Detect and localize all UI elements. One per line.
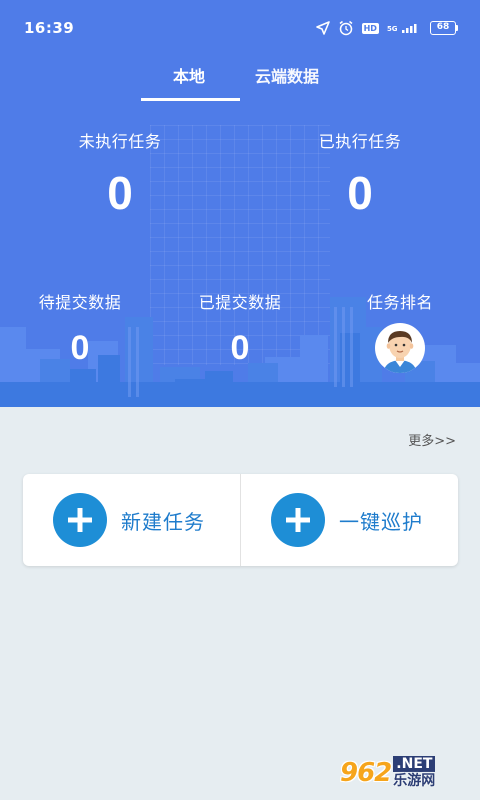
stat-label: 已提交数据 bbox=[198, 293, 282, 312]
stat-value: 0 bbox=[107, 167, 133, 219]
stat-value: 0 bbox=[347, 167, 373, 219]
plus-icon bbox=[271, 493, 325, 547]
stat-label: 未执行任务 bbox=[78, 132, 162, 151]
watermark-suffix: .NET bbox=[393, 756, 436, 772]
stat-pending-submit[interactable]: 待提交数据 0 bbox=[20, 289, 140, 368]
status-bar: 16:39 HD 5G 68 bbox=[0, 0, 480, 56]
status-icons: HD 5G 68 bbox=[315, 20, 458, 36]
stat-unexecuted-tasks[interactable]: 未执行任务 0 bbox=[60, 128, 180, 220]
network-type: 5G bbox=[386, 25, 398, 33]
plus-icon bbox=[53, 493, 107, 547]
location-icon bbox=[315, 21, 330, 35]
stat-label: 已执行任务 bbox=[318, 132, 402, 151]
one-click-patrol-button[interactable]: 一键巡护 bbox=[240, 474, 458, 566]
stat-executed-tasks[interactable]: 已执行任务 0 bbox=[300, 128, 420, 220]
tab-active-indicator bbox=[141, 98, 240, 101]
stat-submitted[interactable]: 已提交数据 0 bbox=[180, 289, 300, 368]
stat-value: 0 bbox=[70, 329, 90, 367]
action-card: 新建任务 一键巡护 bbox=[23, 474, 458, 566]
battery-level: 68 bbox=[430, 21, 456, 35]
watermark-number: 962 bbox=[340, 758, 392, 788]
tab-bar: 本地 云端数据 bbox=[0, 56, 480, 101]
stat-value: 0 bbox=[230, 329, 250, 367]
one-click-patrol-label: 一键巡护 bbox=[339, 509, 423, 534]
stat-task-ranking[interactable]: 任务排名 bbox=[340, 289, 460, 373]
more-link[interactable]: 更多>> bbox=[408, 430, 456, 449]
watermark-name: 乐游网 bbox=[393, 773, 436, 789]
watermark-logo: 962 .NET 乐游网 bbox=[340, 752, 474, 794]
tab-cloud-data[interactable]: 云端数据 bbox=[255, 63, 319, 87]
new-task-label: 新建任务 bbox=[121, 509, 205, 534]
stat-label: 任务排名 bbox=[366, 293, 433, 312]
stat-label: 待提交数据 bbox=[38, 293, 122, 312]
user-avatar-icon[interactable] bbox=[375, 323, 425, 373]
alarm-icon bbox=[339, 20, 353, 36]
5g-signal-icon: 5G bbox=[387, 23, 422, 33]
status-time: 16:39 bbox=[24, 19, 75, 37]
battery-icon: 68 bbox=[430, 21, 458, 35]
hd-icon: HD bbox=[361, 22, 379, 34]
new-task-button[interactable]: 新建任务 bbox=[23, 474, 240, 566]
tab-local[interactable]: 本地 bbox=[173, 63, 205, 87]
